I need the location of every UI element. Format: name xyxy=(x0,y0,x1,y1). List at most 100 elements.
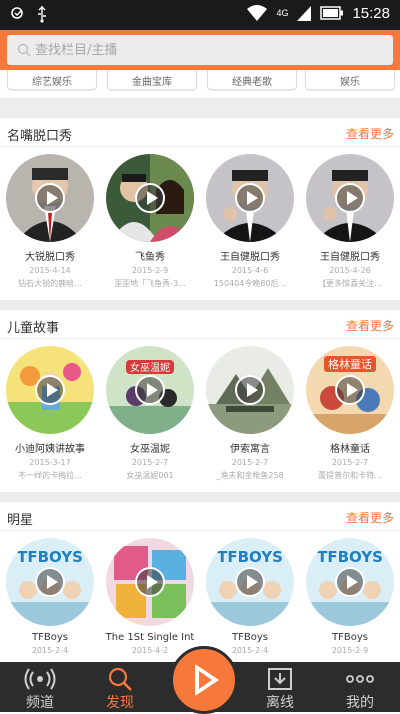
program-desc: _渔夫和金枪鱼258 xyxy=(216,471,284,480)
play-icon[interactable] xyxy=(335,567,365,597)
svg-text:女巫温妮: 女巫温妮 xyxy=(130,361,170,374)
program-title: TFBoys xyxy=(232,632,268,643)
more-dots-icon xyxy=(346,675,374,683)
tab-discover[interactable]: 发现 xyxy=(80,662,160,712)
status-time: 15:28 xyxy=(352,4,390,22)
status-bar: 4G 15:28 xyxy=(0,0,400,30)
category-chips: 综艺娱乐 金曲宝库 经典老歌 娱乐 xyxy=(0,70,400,98)
play-icon[interactable] xyxy=(35,375,65,405)
status-left-icons xyxy=(10,5,48,23)
play-button[interactable] xyxy=(170,646,238,714)
program-title: 伊索寓言 xyxy=(230,444,270,455)
program-card[interactable]: 大锐脱口秀 2015-4-14 钻石大锐的鹿晗... xyxy=(4,154,96,289)
section-title: 名嘴脱口秀 xyxy=(7,129,73,144)
program-card[interactable]: TFBOYS TFBoys 2015-2-4 xyxy=(4,538,96,655)
section-divider xyxy=(0,492,400,502)
section-title: 儿童故事 xyxy=(7,321,60,336)
program-card[interactable]: 女巫温妮 女巫温妮 2015-2-7 女巫温妮001 xyxy=(104,346,196,481)
search-input[interactable] xyxy=(35,42,365,58)
program-title: 格林童话 xyxy=(330,444,370,455)
program-desc: 钻石大锐的鹿晗... xyxy=(18,279,82,288)
program-cover xyxy=(6,346,94,434)
program-card[interactable]: 王自健脱口秀 2015-4-6 150404今晚80后... xyxy=(204,154,296,289)
section-stars: 明星 查看更多 TFBOYS TFBoys 2015-2-4 The 1St S… xyxy=(0,502,400,662)
tab-offline[interactable]: 离线 xyxy=(240,662,320,712)
svg-text:格林童话: 格林童话 xyxy=(328,357,372,371)
usb-icon xyxy=(38,6,46,23)
signal-icon xyxy=(297,6,312,21)
network-type-label: 4G xyxy=(276,8,289,18)
play-icon[interactable] xyxy=(35,183,65,213)
search-bar xyxy=(0,30,400,70)
program-title: 女巫温妮 xyxy=(130,444,170,455)
program-card[interactable]: TFBOYS TFBoys 2015-2-9 xyxy=(304,538,396,655)
section-talkshow: 名嘴脱口秀 查看更多 大锐脱口秀 2015-4-14 钻石大锐的鹿晗... 飞鱼… xyxy=(0,118,400,298)
chip-label: 经典老歌 xyxy=(232,77,272,88)
see-more-link[interactable]: 查看更多 xyxy=(346,125,394,142)
play-icon[interactable] xyxy=(135,567,165,597)
chip-3[interactable]: 娱乐 xyxy=(305,70,395,90)
program-card[interactable]: 飞鱼秀 2015-2-9 歪歪地「飞鱼秀-3... xyxy=(104,154,196,289)
search-box[interactable] xyxy=(7,35,393,65)
svg-text:TFBOYS: TFBOYS xyxy=(17,548,83,566)
program-title: 王自健脱口秀 xyxy=(220,252,280,263)
program-title: 飞鱼秀 xyxy=(135,252,165,263)
play-icon[interactable] xyxy=(335,375,365,405)
search-icon xyxy=(108,667,132,691)
tab-mine[interactable]: 我的 xyxy=(320,662,400,712)
program-date: 2015-2-9 xyxy=(131,266,169,275)
section-divider xyxy=(0,98,400,118)
svg-text:TFBOYS: TFBOYS xyxy=(317,548,383,566)
chip-0[interactable]: 综艺娱乐 xyxy=(7,70,97,90)
program-date: 2015-4-6 xyxy=(231,266,269,275)
program-date: 2015-2-4 xyxy=(31,646,69,655)
program-card[interactable]: 伊索寓言 2015-2-7 _渔夫和金枪鱼258 xyxy=(204,346,296,481)
play-icon[interactable] xyxy=(235,375,265,405)
play-icon[interactable] xyxy=(35,567,65,597)
program-cover xyxy=(106,154,194,242)
program-date: 2015-4-26 xyxy=(329,266,371,275)
status-right-icons: 4G 15:28 xyxy=(246,4,390,22)
play-icon[interactable] xyxy=(235,567,265,597)
play-icon[interactable] xyxy=(235,183,265,213)
search-icon xyxy=(17,43,31,57)
tab-label: 离线 xyxy=(266,695,294,711)
tab-channels[interactable]: 频道 xyxy=(0,662,80,712)
play-icon[interactable] xyxy=(335,183,365,213)
section-kids-stories: 儿童故事 查看更多 小迪阿姨讲故事 2015-3-17 不一样的卡梅拉... 女… xyxy=(0,310,400,490)
section-header: 明星 查看更多 xyxy=(0,502,400,531)
chip-2[interactable]: 经典老歌 xyxy=(207,70,297,90)
chip-1[interactable]: 金曲宝库 xyxy=(107,70,197,90)
program-card[interactable]: 王自健脱口秀 2015-4-26 【更多惊喜关注... xyxy=(304,154,396,289)
program-cover: 女巫温妮 xyxy=(106,346,194,434)
see-more-link[interactable]: 查看更多 xyxy=(346,317,394,334)
program-date: 2015-2-7 xyxy=(231,458,269,467)
program-card[interactable]: TFBOYS TFBoys 2015-2-4 xyxy=(204,538,296,655)
program-desc: 女巫温妮001 xyxy=(126,471,174,480)
program-card[interactable]: The 1St Single Int 2015-4-2 xyxy=(104,538,196,655)
program-desc: 【更多惊喜关注... xyxy=(318,279,382,288)
program-date: 2015-4-14 xyxy=(29,266,71,275)
play-icon[interactable] xyxy=(135,183,165,213)
program-cover xyxy=(206,154,294,242)
tab-label: 我的 xyxy=(346,695,374,711)
program-title: TFBoys xyxy=(32,632,68,643)
tab-label: 频道 xyxy=(26,695,54,711)
svg-text:TFBOYS: TFBOYS xyxy=(217,548,283,566)
see-more-link[interactable]: 查看更多 xyxy=(346,509,394,526)
section-divider xyxy=(0,300,400,310)
program-card[interactable]: 小迪阿姨讲故事 2015-3-17 不一样的卡梅拉... xyxy=(4,346,96,481)
program-date: 2015-2-9 xyxy=(331,646,369,655)
program-title: 王自健脱口秀 xyxy=(320,252,380,263)
play-icon[interactable] xyxy=(135,375,165,405)
program-card[interactable]: 格林童话 格林童话 2015-2-7 蕾提普尔和卡特... xyxy=(304,346,396,481)
program-date: 2015-3-17 xyxy=(29,458,71,467)
program-cover xyxy=(306,154,394,242)
program-cover: TFBOYS xyxy=(206,538,294,626)
notification-icon xyxy=(11,7,23,19)
battery-icon xyxy=(320,6,344,20)
program-title: The 1St Single Int xyxy=(105,632,195,643)
section-header: 儿童故事 查看更多 xyxy=(0,310,400,339)
chip-label: 金曲宝库 xyxy=(132,77,172,88)
program-desc: 150404今晚80后... xyxy=(213,279,287,288)
